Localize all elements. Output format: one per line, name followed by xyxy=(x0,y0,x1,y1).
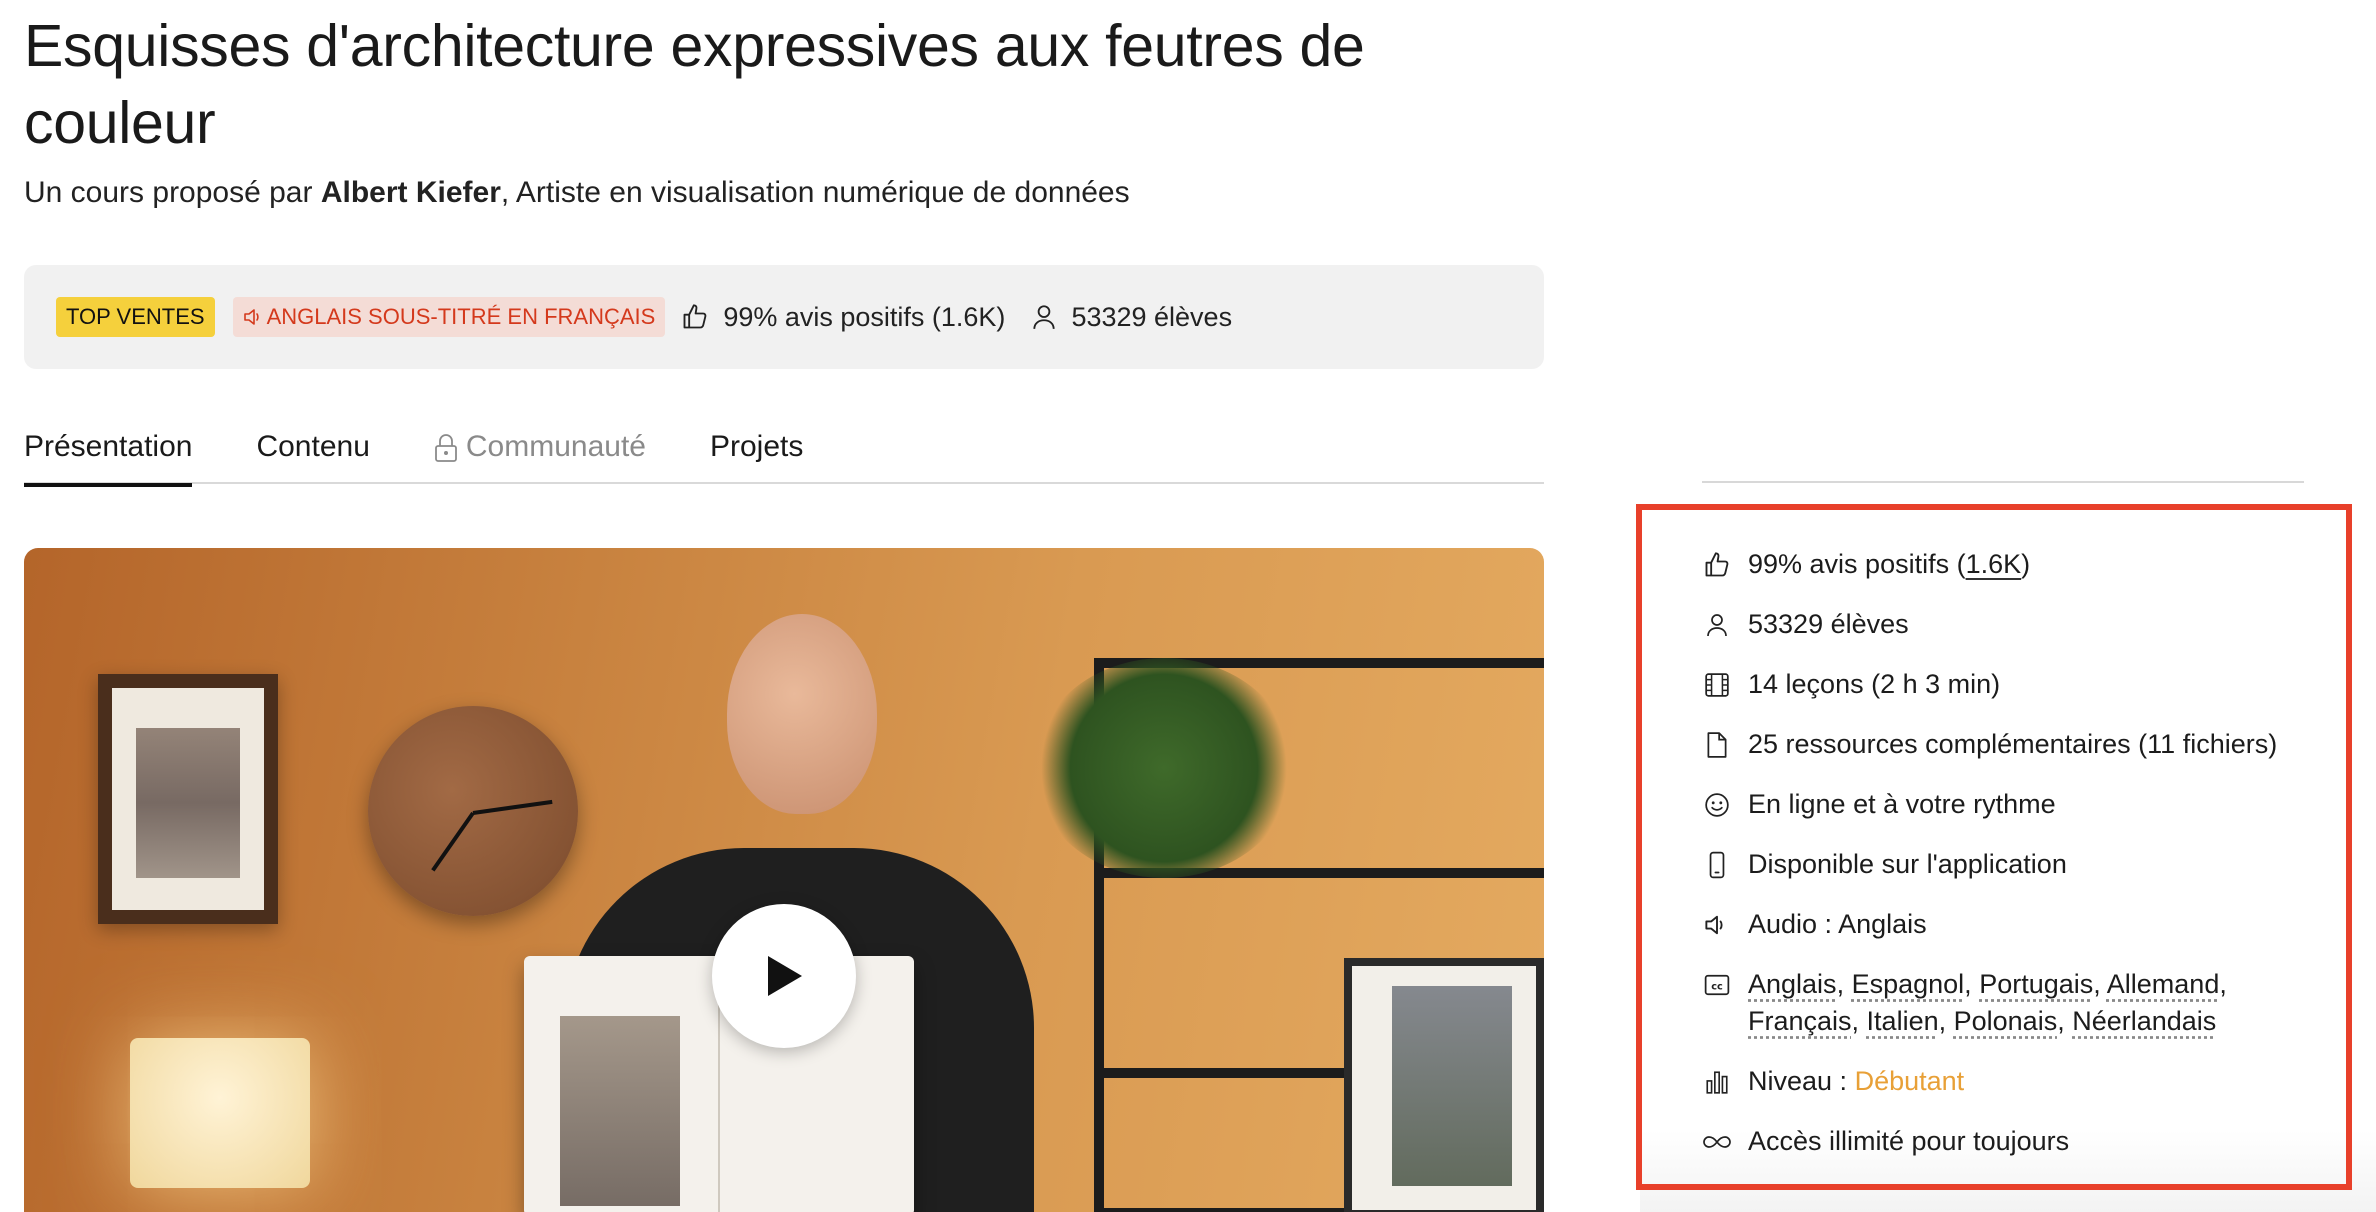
play-button[interactable] xyxy=(712,904,856,1048)
sidebar-divider xyxy=(1702,481,2304,483)
instructor-head xyxy=(727,614,877,814)
students-stat-label: 53329 élèves xyxy=(1071,301,1233,332)
tab-contenu[interactable]: Contenu xyxy=(256,420,369,484)
wall-painting-right xyxy=(1344,958,1544,1212)
course-trailer-video[interactable] xyxy=(24,548,1544,1212)
tab-presentation[interactable]: Présentation xyxy=(24,420,193,487)
course-stats-bar: TOP VENTES ANGLAIS SOUS-TITRÉ EN FRANÇAI… xyxy=(24,265,1544,369)
reviews-stat: 99% avis positifs (1.6K) xyxy=(681,302,1005,333)
features-highlight-box xyxy=(1636,504,2352,1190)
wall-painting-left xyxy=(98,674,278,924)
tab-projets[interactable]: Projets xyxy=(710,420,803,484)
lock-icon xyxy=(434,434,457,462)
author-role: , Artiste en visualisation numérique de … xyxy=(500,176,1130,209)
table-lamp xyxy=(130,1038,310,1188)
thumbs-up-icon xyxy=(683,304,707,329)
tab-communaute-label: Communauté xyxy=(465,430,646,463)
plant xyxy=(1034,658,1294,878)
reviews-stat-label: 99% avis positifs (1.6K) xyxy=(723,301,1006,332)
speaker-icon xyxy=(243,309,259,325)
play-icon xyxy=(768,956,802,996)
language-badge-label: ANGLAIS SOUS-TITRÉ EN FRANÇAIS xyxy=(266,304,656,329)
subtitle-prefix: Un cours proposé par xyxy=(24,176,313,209)
course-subtitle: Un cours proposé par Albert Kiefer, Arti… xyxy=(24,173,1130,213)
wall-clock xyxy=(368,706,578,916)
students-stat: 53329 élèves xyxy=(1031,302,1232,333)
top-ventes-badge: TOP VENTES xyxy=(56,297,215,337)
language-badge: ANGLAIS SOUS-TITRÉ EN FRANÇAIS xyxy=(232,297,666,337)
course-tabs: Présentation Contenu Communauté Projets xyxy=(24,420,1544,487)
author-name[interactable]: Albert Kiefer xyxy=(321,176,501,209)
user-icon xyxy=(1033,305,1056,329)
tab-communaute[interactable]: Communauté xyxy=(434,420,646,484)
course-title: Esquisses d'architecture expressives aux… xyxy=(24,13,1365,156)
